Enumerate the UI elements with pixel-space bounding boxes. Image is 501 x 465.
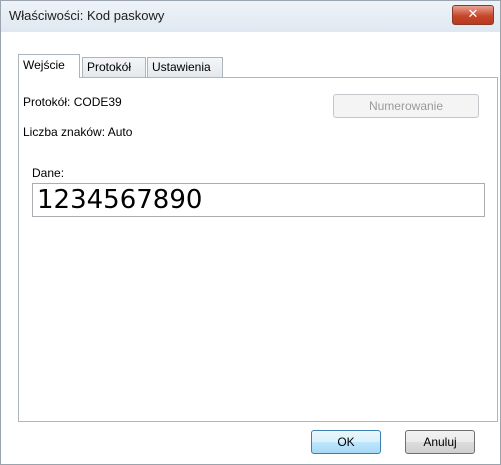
numbering-button[interactable]: Numerowanie (333, 94, 479, 118)
ok-button[interactable]: OK (311, 430, 381, 454)
title-bar[interactable]: Właściwości: Kod paskowy ✕ (1, 1, 500, 32)
window-title: Właściwości: Kod paskowy (9, 8, 165, 23)
tab-protocol[interactable]: Protokół (82, 57, 146, 77)
tab-input[interactable]: Wejście (18, 54, 80, 78)
data-input[interactable]: 1234567890 (32, 183, 485, 217)
char-count-label: Liczba znaków: Auto (23, 125, 133, 139)
close-icon: ✕ (467, 7, 479, 22)
tab-panel: Protokół: CODE39 Numerowanie Liczba znak… (18, 77, 498, 422)
tab-settings[interactable]: Ustawienia (147, 57, 223, 77)
data-label: Dane: (32, 166, 65, 180)
cancel-button[interactable]: Anuluj (405, 430, 475, 454)
close-button[interactable]: ✕ (452, 5, 494, 25)
protocol-label: Protokół: CODE39 (23, 95, 122, 109)
properties-dialog: Właściwości: Kod paskowy ✕ Wejście Proto… (0, 0, 501, 465)
